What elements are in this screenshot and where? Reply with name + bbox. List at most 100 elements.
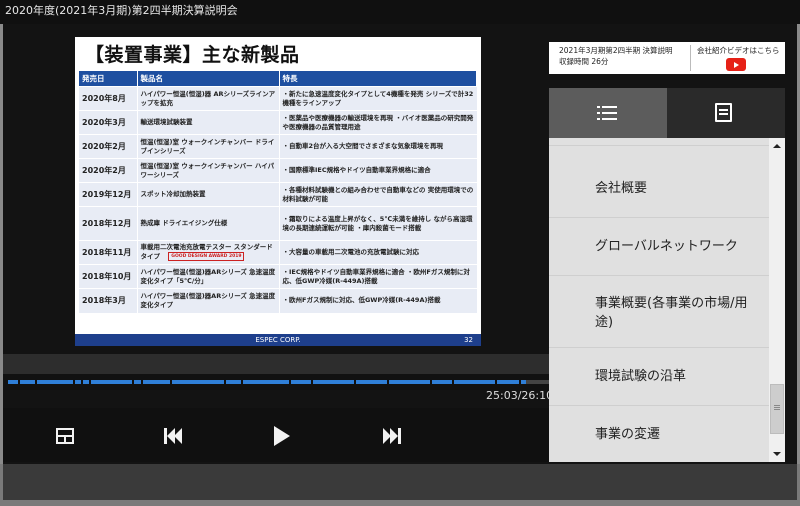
chapter-list-scrollbar[interactable] (769, 138, 785, 462)
chapter-marker (519, 380, 522, 384)
tab-chapter-list[interactable] (549, 88, 667, 138)
table-cell-date: 2020年2月 (79, 158, 137, 183)
chapter-marker (494, 380, 497, 384)
table-row: 2020年2月 恒温(恒湿)室 ウォークインチャンバー ドライブインシリーズ ・… (79, 134, 477, 159)
table-cell-product: 恒温(恒湿)室 ウォークインチャンバー ドライブインシリーズ (136, 134, 279, 159)
table-cell-product: ハイパワー恒温(恒湿)器ARシリーズ 急速温度変化タイプ「5℃/分」 (136, 264, 279, 289)
seek-track[interactable] (8, 380, 549, 384)
timecode: 25:03/26:10 (486, 389, 554, 402)
chapter-marker (240, 380, 243, 384)
youtube-icon[interactable] (726, 58, 746, 71)
table-cell-product: スポット冷却加熱装置 (136, 182, 279, 207)
table-cell-feature: ・欧州Fガス規制に対応、低GWP冷媒(R-449A)搭載 (278, 288, 477, 313)
chapter-marker (310, 380, 313, 384)
chapter-label: グローバルネットワーク (595, 239, 738, 254)
window-bottom-area (3, 464, 797, 500)
table-cell-feature: ・新たに急速温度変化タイプとして4機種を発売 シリーズで計32機種をラインアップ (278, 86, 477, 111)
skip-previous-icon (162, 427, 184, 444)
table-cell-feature: ・霜取りによる温度上昇がなく、5℃未満を維持し ながら高湿環境の長期連続運転が可… (278, 206, 477, 241)
notes-icon (715, 103, 732, 122)
list-item[interactable] (549, 138, 769, 146)
table-cell-feature: ・大容量の車載用二次電池の充放電試験に対応 (278, 240, 477, 265)
player-controls (3, 408, 549, 462)
slide-heading: 【装置事業】主な新製品 (85, 44, 300, 66)
chapter-marker (89, 380, 92, 384)
scrollbar-thumb[interactable] (770, 384, 784, 434)
chapter-marker (170, 380, 173, 384)
table-cell-date: 2020年2月 (79, 134, 137, 159)
chapter-marker (429, 380, 432, 384)
table-cell-product: 車載用二次電池充放電テスター スタンダードタイプ GOOD DESIGN AWA… (136, 240, 279, 265)
table-cell-feature: ・各種材料試験機との組み合わせで自動車などの 実使用環境での材料試験が可能 (278, 182, 477, 207)
chapter-label: 事業の変遷 (595, 427, 661, 442)
table-row: 2018年3月 ハイパワー恒温(恒湿)器ARシリーズ 急速温度変化タイプ ・欧州… (79, 288, 477, 313)
table-cell-date: 2018年11月 (79, 240, 137, 265)
table-cell-product: 熟成庫 ドライエイジング仕様 (136, 206, 279, 241)
layout-toggle-button[interactable] (52, 422, 78, 448)
column-header-date: 発売日 (79, 71, 138, 87)
table-cell-feature: ・国際標準IEC規格やドイツ自動車業界規格に適合 (278, 158, 477, 183)
list-icon (597, 105, 617, 121)
good-design-award-logo: GOOD DESIGN AWARD 2019 (168, 252, 245, 262)
company-video-link[interactable]: 会社紹介ビデオはこちら (697, 45, 780, 56)
chapter-item[interactable]: 事業概要(各事業の市場/用途) (549, 276, 769, 348)
chapter-item[interactable]: 環境試験の沿革 (549, 348, 769, 406)
table-cell-product: 恒温(恒湿)室 ウォークインチャンバー ハイパワーシリーズ (136, 158, 279, 183)
chapter-marker (451, 380, 454, 384)
table-cell-date: 2019年12月 (79, 182, 137, 207)
chapter-item[interactable]: 会社概要 (549, 160, 769, 218)
chapter-marker (35, 380, 38, 384)
layout-icon (56, 427, 74, 444)
slide-page-number: 32 (464, 336, 473, 344)
slide-footer-brand: ESPEC CORP. (255, 336, 301, 344)
column-header-product: 製品名 (137, 71, 280, 87)
table-row: 2019年12月 スポット冷却加熱装置 ・各種材料試験機との組み合わせで自動車な… (79, 182, 477, 207)
play-icon (274, 425, 290, 446)
chapter-marker (17, 380, 20, 384)
table-row: 2018年10月 ハイパワー恒温(恒湿)器ARシリーズ 急速温度変化タイプ「5℃… (79, 264, 477, 289)
table-cell-feature: ・自動車2台が入る大空間でさまざまな気象環境を再現 (278, 134, 477, 159)
chapter-label: 環境試験の沿革 (595, 369, 687, 384)
chapter-marker (132, 380, 135, 384)
seek-progress-fill (8, 380, 526, 384)
chapter-marker (224, 380, 227, 384)
banner-title: 2021年3月期第2四半期 決算説明 (559, 46, 673, 55)
company-video-banner[interactable]: 2021年3月期第2四半期 決算説明 収録時間 26分 会社紹介ビデオはこちら (549, 42, 785, 74)
banner-divider (690, 45, 691, 71)
side-panel-tabs (549, 88, 785, 138)
chapter-marker (140, 380, 143, 384)
table-row: 2018年12月 熟成庫 ドライエイジング仕様 ・霜取りによる温度上昇がなく、5… (79, 206, 477, 241)
table-row: 2020年2月 恒温(恒湿)室 ウォークインチャンバー ハイパワーシリーズ ・国… (79, 158, 477, 183)
table-cell-date: 2018年3月 (79, 288, 137, 313)
new-products-table: 発売日 製品名 特長 2020年8月 ハイパワー恒温(恒湿)器 ARシリーズライ… (79, 71, 477, 313)
table-cell-date: 2018年12月 (79, 206, 137, 241)
table-cell-date: 2018年10月 (79, 264, 137, 289)
chapter-label: 事業概要(各事業の市場/用途) (595, 296, 748, 330)
player-band (3, 354, 549, 374)
scroll-up-arrow-icon[interactable] (769, 138, 785, 154)
column-header-feature: 特長 (279, 71, 477, 87)
table-cell-product: ハイパワー恒温(恒湿)器ARシリーズ 急速温度変化タイプ (136, 288, 279, 313)
table-cell-feature: ・医薬品や医療機器の輸送環境を再現 ・バイオ医薬品の研究開発や医療機器の品質管理… (278, 110, 477, 135)
table-cell-product: ハイパワー恒温(恒湿)器 ARシリーズラインアップを拡充 (136, 86, 279, 111)
previous-chapter-button[interactable] (160, 422, 186, 448)
presentation-slide: 【装置事業】主な新製品 発売日 製品名 特長 2020年8月 ハイパワー恒温(恒… (75, 37, 481, 346)
chapter-marker (386, 380, 389, 384)
skip-next-icon (381, 427, 403, 444)
play-button[interactable] (269, 422, 295, 448)
chapter-marker (72, 380, 75, 384)
table-cell-date: 2020年3月 (79, 110, 137, 135)
scroll-down-arrow-icon[interactable] (769, 446, 785, 462)
chapter-list: 会社概要 グローバルネットワーク 事業概要(各事業の市場/用途) 環境試験の沿革… (549, 138, 769, 462)
chapter-item[interactable]: 事業の変遷 (549, 406, 769, 462)
chapter-label: 会社概要 (595, 181, 648, 196)
next-chapter-button[interactable] (379, 422, 405, 448)
chapter-marker (289, 380, 292, 384)
table-row: 2020年8月 ハイパワー恒温(恒湿)器 ARシリーズラインアップを拡充 ・新た… (79, 86, 477, 111)
seek-bar[interactable] (3, 374, 549, 390)
table-row: 2018年11月 車載用二次電池充放電テスター スタンダードタイプ GOOD D… (79, 240, 477, 265)
tab-notes[interactable] (667, 88, 785, 138)
table-cell-feature: ・IEC規格やドイツ自動車業界規格に適合 ・欧州Fガス規制に対応、低GWP冷媒(… (278, 264, 477, 289)
chapter-item[interactable]: グローバルネットワーク (549, 218, 769, 276)
banner-info: 2021年3月期第2四半期 決算説明 収録時間 26分 (559, 45, 673, 67)
